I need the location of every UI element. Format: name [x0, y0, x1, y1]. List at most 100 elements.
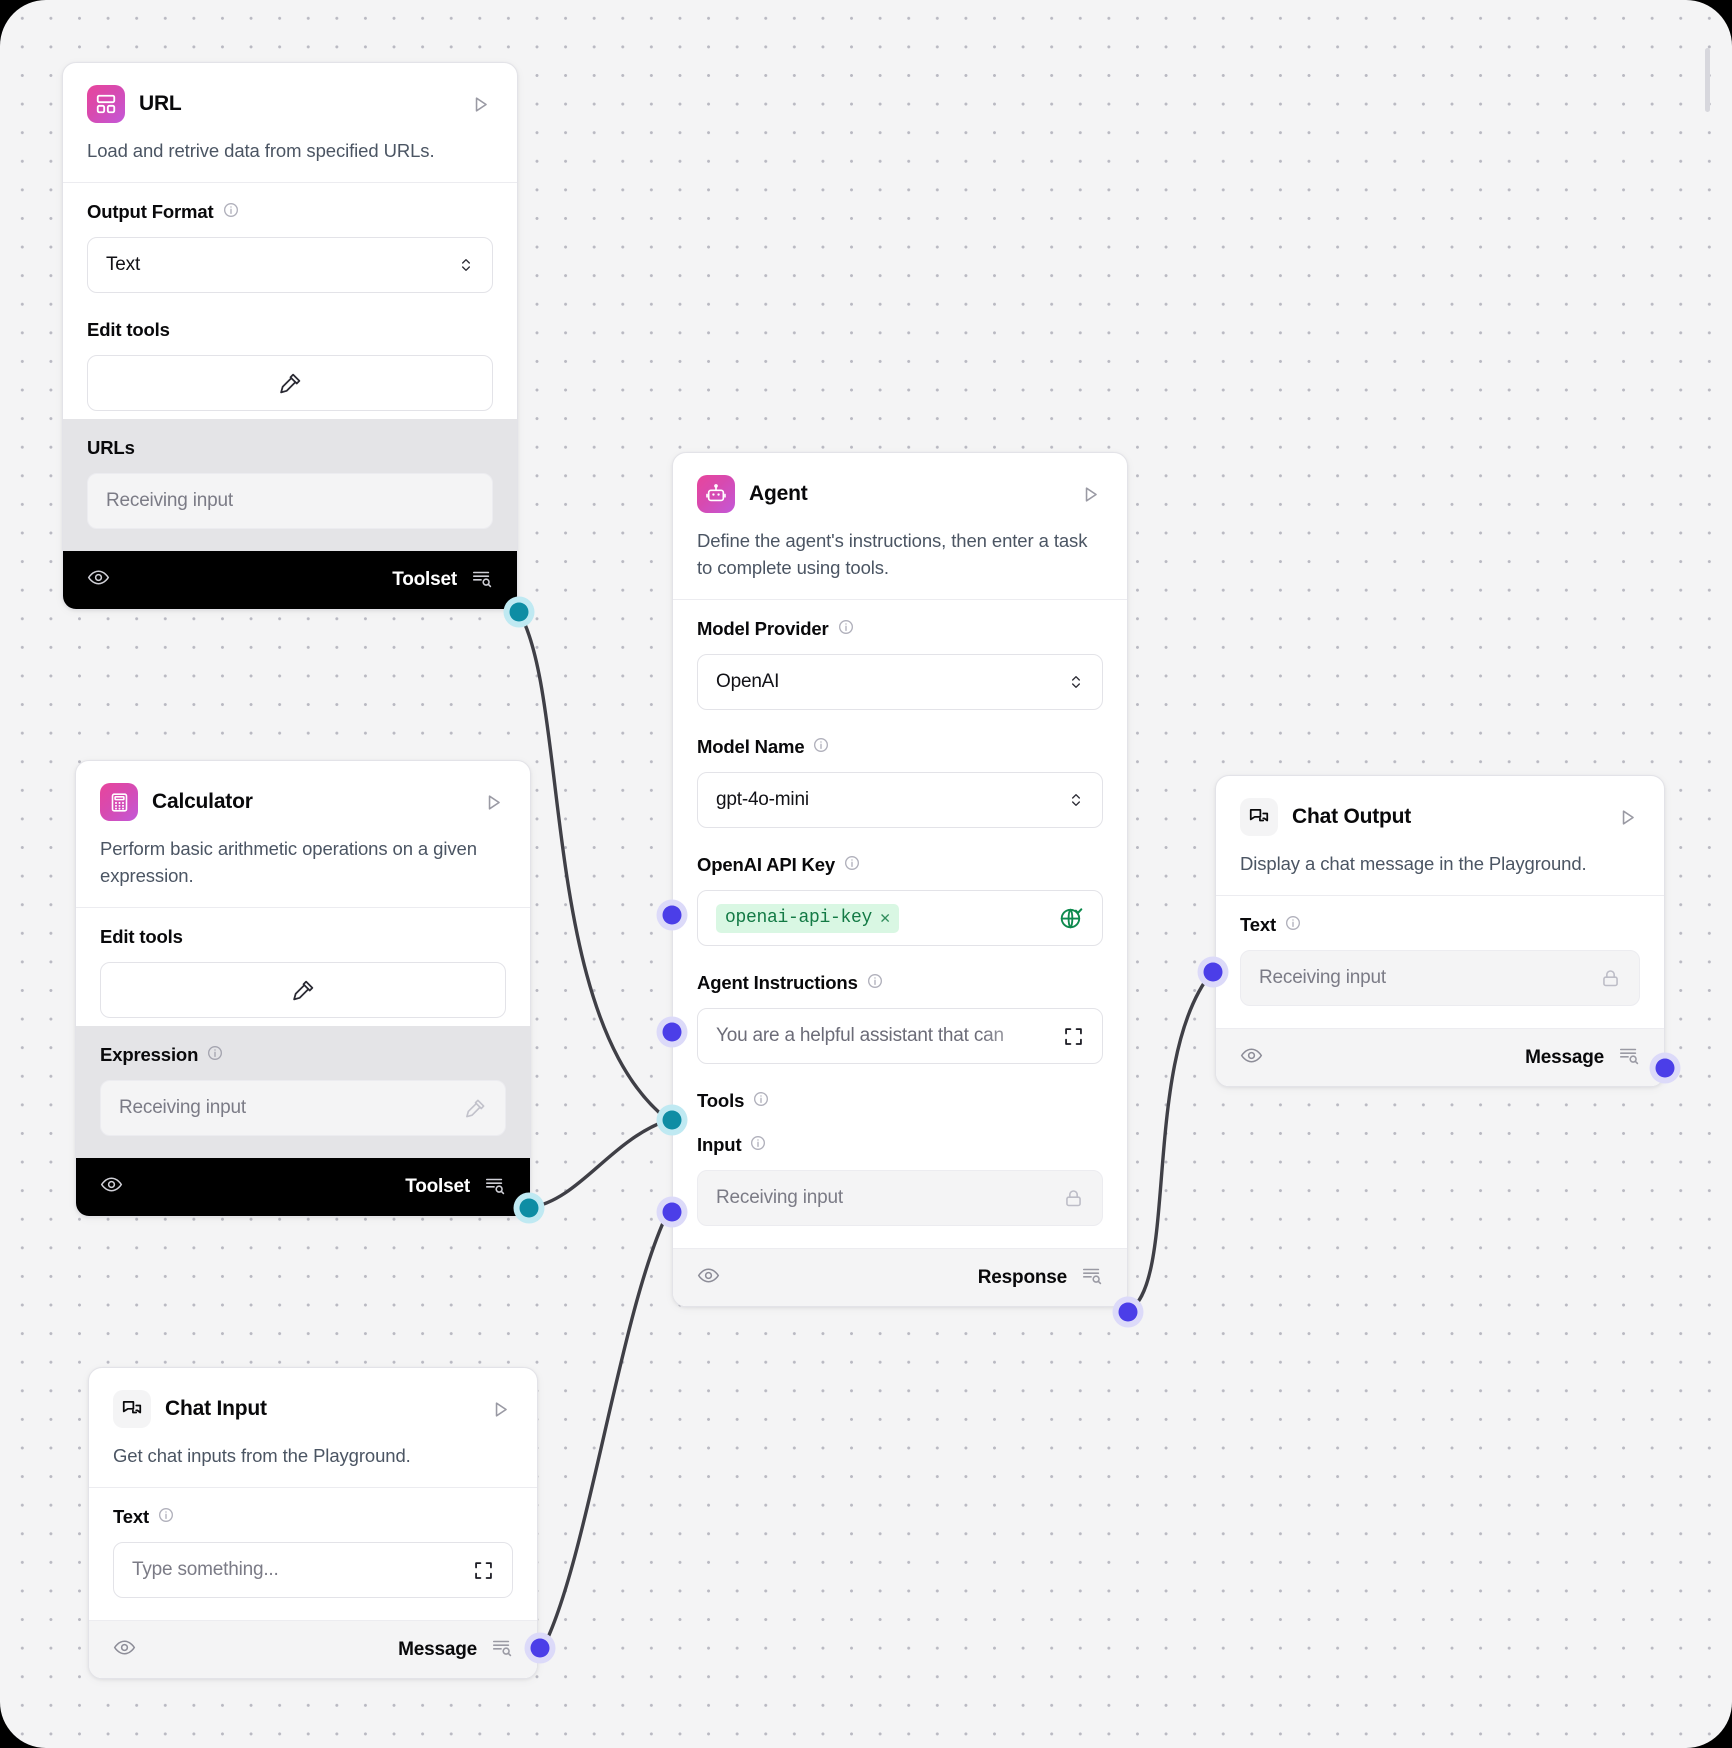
field-label-text: Text	[113, 1506, 150, 1527]
chevron-updown-icon	[1072, 676, 1080, 688]
agent-input-placeholder: Receiving input	[716, 1187, 843, 1208]
hammer-icon[interactable]	[464, 1097, 487, 1120]
chat-input-text-field[interactable]: Type something...	[113, 1542, 513, 1598]
chat-output-text-input[interactable]: Receiving input	[1240, 950, 1640, 1006]
output-label: Toolset	[392, 569, 457, 590]
hammer-icon	[292, 980, 313, 1000]
expand-icon[interactable]	[473, 1560, 494, 1581]
info-icon[interactable]	[813, 736, 829, 758]
api-key-input[interactable]: openai-api-key ✕	[697, 890, 1103, 946]
field-input: Input Receiving input	[673, 1116, 1127, 1248]
port-agent-apikey-input[interactable]	[662, 905, 682, 925]
model-provider-value: OpenAI	[716, 671, 780, 692]
edge-agent-to-chatoutput	[1124, 970, 1214, 1314]
canvas-scrollbar[interactable]	[1705, 48, 1710, 112]
globe-check-icon[interactable]	[1059, 906, 1084, 931]
edge-chatinput-to-agent-input	[541, 1210, 670, 1650]
info-icon[interactable]	[158, 1506, 174, 1528]
lock-icon	[1066, 1189, 1081, 1206]
output-label: Message	[398, 1638, 477, 1660]
eye-icon[interactable]	[1240, 1044, 1263, 1072]
node-calculator-footer: Toolset	[76, 1158, 530, 1216]
field-label-text: Text	[1240, 914, 1277, 935]
port-chatoutput-message-output[interactable]	[1655, 1058, 1675, 1078]
list-search-icon[interactable]	[471, 567, 493, 594]
node-url-header: URL Load and retrive data from specified…	[63, 63, 517, 182]
run-node-button[interactable]	[1077, 481, 1103, 507]
output-label: Toolset	[405, 1176, 470, 1197]
field-label-text: Tools	[697, 1090, 745, 1111]
node-agent-header: Agent Define the agent's instructions, t…	[673, 453, 1127, 599]
list-search-icon[interactable]	[491, 1636, 513, 1663]
model-name-select[interactable]: gpt-4o-mini	[697, 772, 1103, 828]
info-icon[interactable]	[1285, 914, 1301, 936]
list-search-icon[interactable]	[1618, 1044, 1640, 1071]
port-chatoutput-text-input[interactable]	[1203, 962, 1223, 982]
node-title: Chat Output	[1292, 805, 1412, 828]
list-search-icon[interactable]	[484, 1174, 506, 1201]
field-label-text: OpenAI API Key	[697, 854, 836, 875]
run-node-button[interactable]	[1614, 804, 1640, 830]
remove-variable-icon[interactable]: ✕	[880, 908, 890, 929]
info-icon[interactable]	[223, 201, 239, 223]
node-title: Agent	[749, 482, 808, 505]
output-label: Message	[1525, 1046, 1604, 1068]
field-label-text: Input	[697, 1134, 742, 1155]
node-agent-footer: Response	[673, 1248, 1127, 1306]
agent-input-field[interactable]: Receiving input	[697, 1170, 1103, 1226]
api-key-variable-pill[interactable]: openai-api-key ✕	[716, 903, 899, 933]
node-agent[interactable]: Agent Define the agent's instructions, t…	[672, 452, 1128, 1307]
node-chat-output[interactable]: Chat Output Display a chat message in th…	[1215, 775, 1665, 1087]
chevron-updown-icon	[1072, 794, 1080, 806]
eye-icon[interactable]	[697, 1264, 720, 1292]
run-node-button[interactable]	[467, 91, 493, 117]
port-chatinput-message-output[interactable]	[530, 1638, 550, 1658]
eye-icon[interactable]	[100, 1173, 123, 1201]
calculator-icon	[100, 783, 138, 821]
info-icon[interactable]	[750, 1134, 766, 1156]
info-icon[interactable]	[838, 618, 854, 640]
node-description: Define the agent's instructions, then en…	[697, 530, 1088, 578]
field-model-name: Model Name gpt-4o-mini	[673, 718, 1127, 836]
field-agent-instructions: Agent Instructions You are a helpful ass…	[673, 954, 1127, 1072]
info-icon[interactable]	[844, 854, 860, 876]
node-url[interactable]: URL Load and retrive data from specified…	[62, 62, 518, 610]
info-icon[interactable]	[867, 972, 883, 994]
edit-tools-button[interactable]	[100, 962, 506, 1018]
field-edit-tools: Edit tools	[76, 908, 530, 1026]
node-chat-input[interactable]: Chat Input Get chat inputs from the Play…	[88, 1367, 538, 1679]
edit-tools-button[interactable]	[87, 355, 493, 411]
port-agent-response-output[interactable]	[1118, 1302, 1138, 1322]
run-node-button[interactable]	[480, 789, 506, 815]
info-icon[interactable]	[753, 1090, 769, 1112]
node-chat-input-header: Chat Input Get chat inputs from the Play…	[89, 1368, 537, 1487]
port-agent-input-input[interactable]	[662, 1202, 682, 1222]
field-expression: Expression Receiving input	[76, 1026, 530, 1158]
chat-input-placeholder: Type something...	[132, 1559, 279, 1580]
output-label: Response	[977, 1266, 1067, 1288]
port-agent-instructions-input[interactable]	[662, 1022, 682, 1042]
node-description: Perform basic arithmetic operations on a…	[100, 838, 477, 886]
port-agent-tools-input[interactable]	[662, 1110, 682, 1130]
run-node-button[interactable]	[487, 1396, 513, 1422]
eye-icon[interactable]	[113, 1636, 136, 1664]
output-format-select[interactable]: Text	[87, 237, 493, 293]
port-calculator-toolset-output[interactable]	[519, 1198, 539, 1218]
field-label-text: URLs	[87, 437, 135, 458]
expression-input[interactable]: Receiving input	[100, 1080, 506, 1136]
node-calculator-header: Calculator Perform basic arithmetic oper…	[76, 761, 530, 907]
port-url-toolset-output[interactable]	[509, 602, 529, 622]
agent-instructions-input[interactable]: You are a helpful assistant that can	[697, 1008, 1103, 1064]
agent-instructions-placeholder: You are a helpful assistant that can	[716, 1025, 1004, 1046]
info-icon[interactable]	[207, 1044, 223, 1066]
node-description: Load and retrive data from specified URL…	[87, 140, 435, 161]
flow-canvas[interactable]: URL Load and retrive data from specified…	[0, 0, 1732, 1748]
eye-icon[interactable]	[87, 566, 110, 594]
list-search-icon[interactable]	[1081, 1264, 1103, 1291]
expand-icon[interactable]	[1063, 1026, 1084, 1047]
model-provider-select[interactable]: OpenAI	[697, 654, 1103, 710]
node-chat-output-header: Chat Output Display a chat message in th…	[1216, 776, 1664, 895]
urls-input[interactable]: Receiving input	[87, 473, 493, 529]
node-calculator[interactable]: Calculator Perform basic arithmetic oper…	[75, 760, 531, 1217]
field-model-provider: Model Provider OpenAI	[673, 600, 1127, 718]
